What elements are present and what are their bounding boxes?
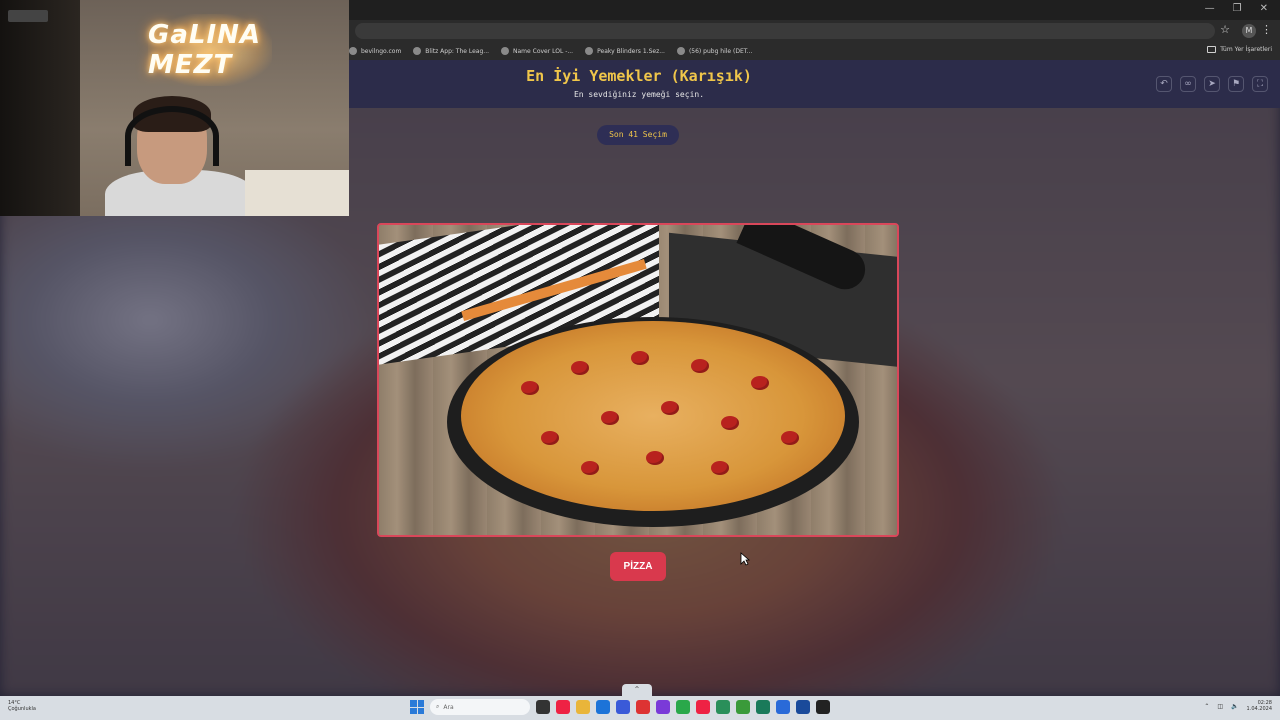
bookmark-label: Blitz App: The Leag... (425, 47, 490, 55)
pepperoni (601, 411, 619, 425)
taskbar-search[interactable]: ⌕ Ara (430, 699, 530, 715)
bookmark-label: Peaky Blinders 1.Sez... (597, 47, 665, 55)
bookmark-label: bevilngo.com (361, 47, 402, 55)
clock[interactable]: 02:28 1.04.2024 (1247, 700, 1272, 712)
chrome-icon[interactable] (556, 700, 570, 714)
tray-chevron-icon[interactable]: ⌃ (1204, 703, 1209, 710)
bookmark-item[interactable]: Blitz App: The Leag... (413, 47, 489, 55)
all-bookmarks-label: Tüm Yer İşaretleri (1220, 46, 1272, 53)
speaker-icon[interactable]: 🔈 (1231, 703, 1238, 710)
pepperoni (711, 461, 729, 475)
share-icon[interactable]: ➤ (1204, 76, 1220, 92)
taskbar-apps: ⌕ Ara (410, 699, 830, 715)
search-icon: ⌕ (436, 703, 440, 710)
chrome-icon[interactable] (696, 700, 710, 714)
minimize-icon[interactable]: — (1205, 3, 1215, 14)
app-icon[interactable] (736, 700, 750, 714)
fullscreen-icon[interactable]: ⛶ (1252, 76, 1268, 92)
windows-start-icon[interactable] (410, 700, 424, 714)
bookmark-item[interactable]: Name Cover LOL -... (501, 47, 573, 55)
link-icon[interactable]: ∞ (1180, 76, 1196, 92)
bookmarks-bar: bevilngo.com Blitz App: The Leag... Name… (349, 42, 1280, 60)
page-subtitle: En sevdiğiniz yemeği seçin. (573, 90, 705, 99)
window-controls: — ❐ ✕ (1205, 3, 1268, 14)
streamer (105, 96, 255, 216)
webcam-shelf-item (8, 10, 48, 22)
globe-icon (413, 47, 422, 55)
pepperoni (571, 361, 589, 375)
pepperoni (581, 461, 599, 475)
app-icon[interactable] (716, 700, 730, 714)
bookmark-label: (56) pubg hile (DET... (688, 47, 753, 55)
globe-icon (585, 47, 594, 55)
profile-avatar[interactable]: M (1242, 24, 1256, 38)
headset-icon (125, 106, 219, 166)
weather-widget[interactable]: 14°C Çoğunlukla (8, 700, 36, 712)
network-icon[interactable]: ◫ (1217, 703, 1223, 710)
webcam-desk (245, 170, 349, 216)
yandex-icon[interactable] (636, 700, 650, 714)
pepperoni (781, 431, 799, 445)
pepperoni (661, 401, 679, 415)
pepperoni (721, 416, 739, 430)
url-field[interactable] (355, 23, 1215, 39)
pepperoni (646, 451, 664, 465)
mouse-cursor-icon (740, 552, 750, 566)
app-icon[interactable] (776, 700, 790, 714)
app-icon[interactable] (796, 700, 810, 714)
bookmark-item[interactable]: bevilngo.com (349, 47, 401, 55)
webcam-overlay: GaLINA MEZT (0, 0, 349, 216)
round-indicator: Son 41 Seçim (597, 125, 679, 145)
chevron-up-icon[interactable]: ⌃ (622, 684, 652, 696)
globe-icon (349, 47, 357, 55)
terminal-icon[interactable] (816, 700, 830, 714)
bookmark-star-icon[interactable]: ☆ (1220, 23, 1230, 36)
address-bar: ☆ M ⋮ (349, 20, 1280, 42)
browser-titlebar: — ❐ ✕ (349, 0, 1280, 20)
weather-desc: Çoğunlukla (8, 706, 36, 712)
bookmark-label: Name Cover LOL -... (513, 47, 574, 55)
pepperoni (631, 351, 649, 365)
page-title: En İyi Yemekler (Karışık) (526, 67, 752, 85)
neon-sign: GaLINA MEZT (148, 14, 272, 86)
pizza-image (461, 321, 845, 511)
bookmark-item[interactable]: Peaky Blinders 1.Sez... (585, 47, 665, 55)
folder-icon[interactable] (576, 700, 590, 714)
header-toolbar: ↶ ∞ ➤ ⚑ ⛶ (1156, 76, 1268, 92)
globe-icon (501, 47, 510, 55)
neon-sign-text: GaLINA MEZT (148, 20, 262, 80)
pepperoni (751, 376, 769, 390)
all-bookmarks-folder[interactable]: Tüm Yer İşaretleri (1207, 46, 1272, 53)
choice-button[interactable]: PİZZA (610, 552, 666, 581)
bookmark-item[interactable]: (56) pubg hile (DET... (676, 47, 753, 55)
close-icon[interactable]: ✕ (1260, 3, 1268, 14)
flag-icon[interactable]: ⚑ (1228, 76, 1244, 92)
webcam-door (0, 0, 80, 216)
store-icon[interactable] (616, 700, 630, 714)
more-menu-icon[interactable]: ⋮ (1261, 23, 1272, 36)
whatsapp-icon[interactable] (676, 700, 690, 714)
globe-icon (676, 47, 685, 55)
date: 1.04.2024 (1246, 706, 1272, 712)
taskbar: ⌃ 14°C Çoğunlukla ⌕ Ara ⌃ ◫ 🔈 02:28 1.04.… (0, 684, 1280, 720)
system-tray: ⌃ ◫ 🔈 02:28 1.04.2024 (1204, 700, 1272, 712)
undo-icon[interactable]: ↶ (1156, 76, 1172, 92)
edge-icon[interactable] (596, 700, 610, 714)
pepperoni (541, 431, 559, 445)
maximize-icon[interactable]: ❐ (1233, 3, 1242, 14)
file-explorer-icon[interactable] (536, 700, 550, 714)
page-header: En İyi Yemekler (Karışık) En sevdiğiniz … (349, 60, 1280, 108)
search-placeholder: Ara (443, 703, 454, 711)
pepperoni (521, 381, 539, 395)
app-icon[interactable] (756, 700, 770, 714)
choice-image-card[interactable] (377, 223, 899, 537)
pepperoni (691, 359, 709, 373)
folder-icon (1207, 46, 1217, 53)
app-icon[interactable] (656, 700, 670, 714)
